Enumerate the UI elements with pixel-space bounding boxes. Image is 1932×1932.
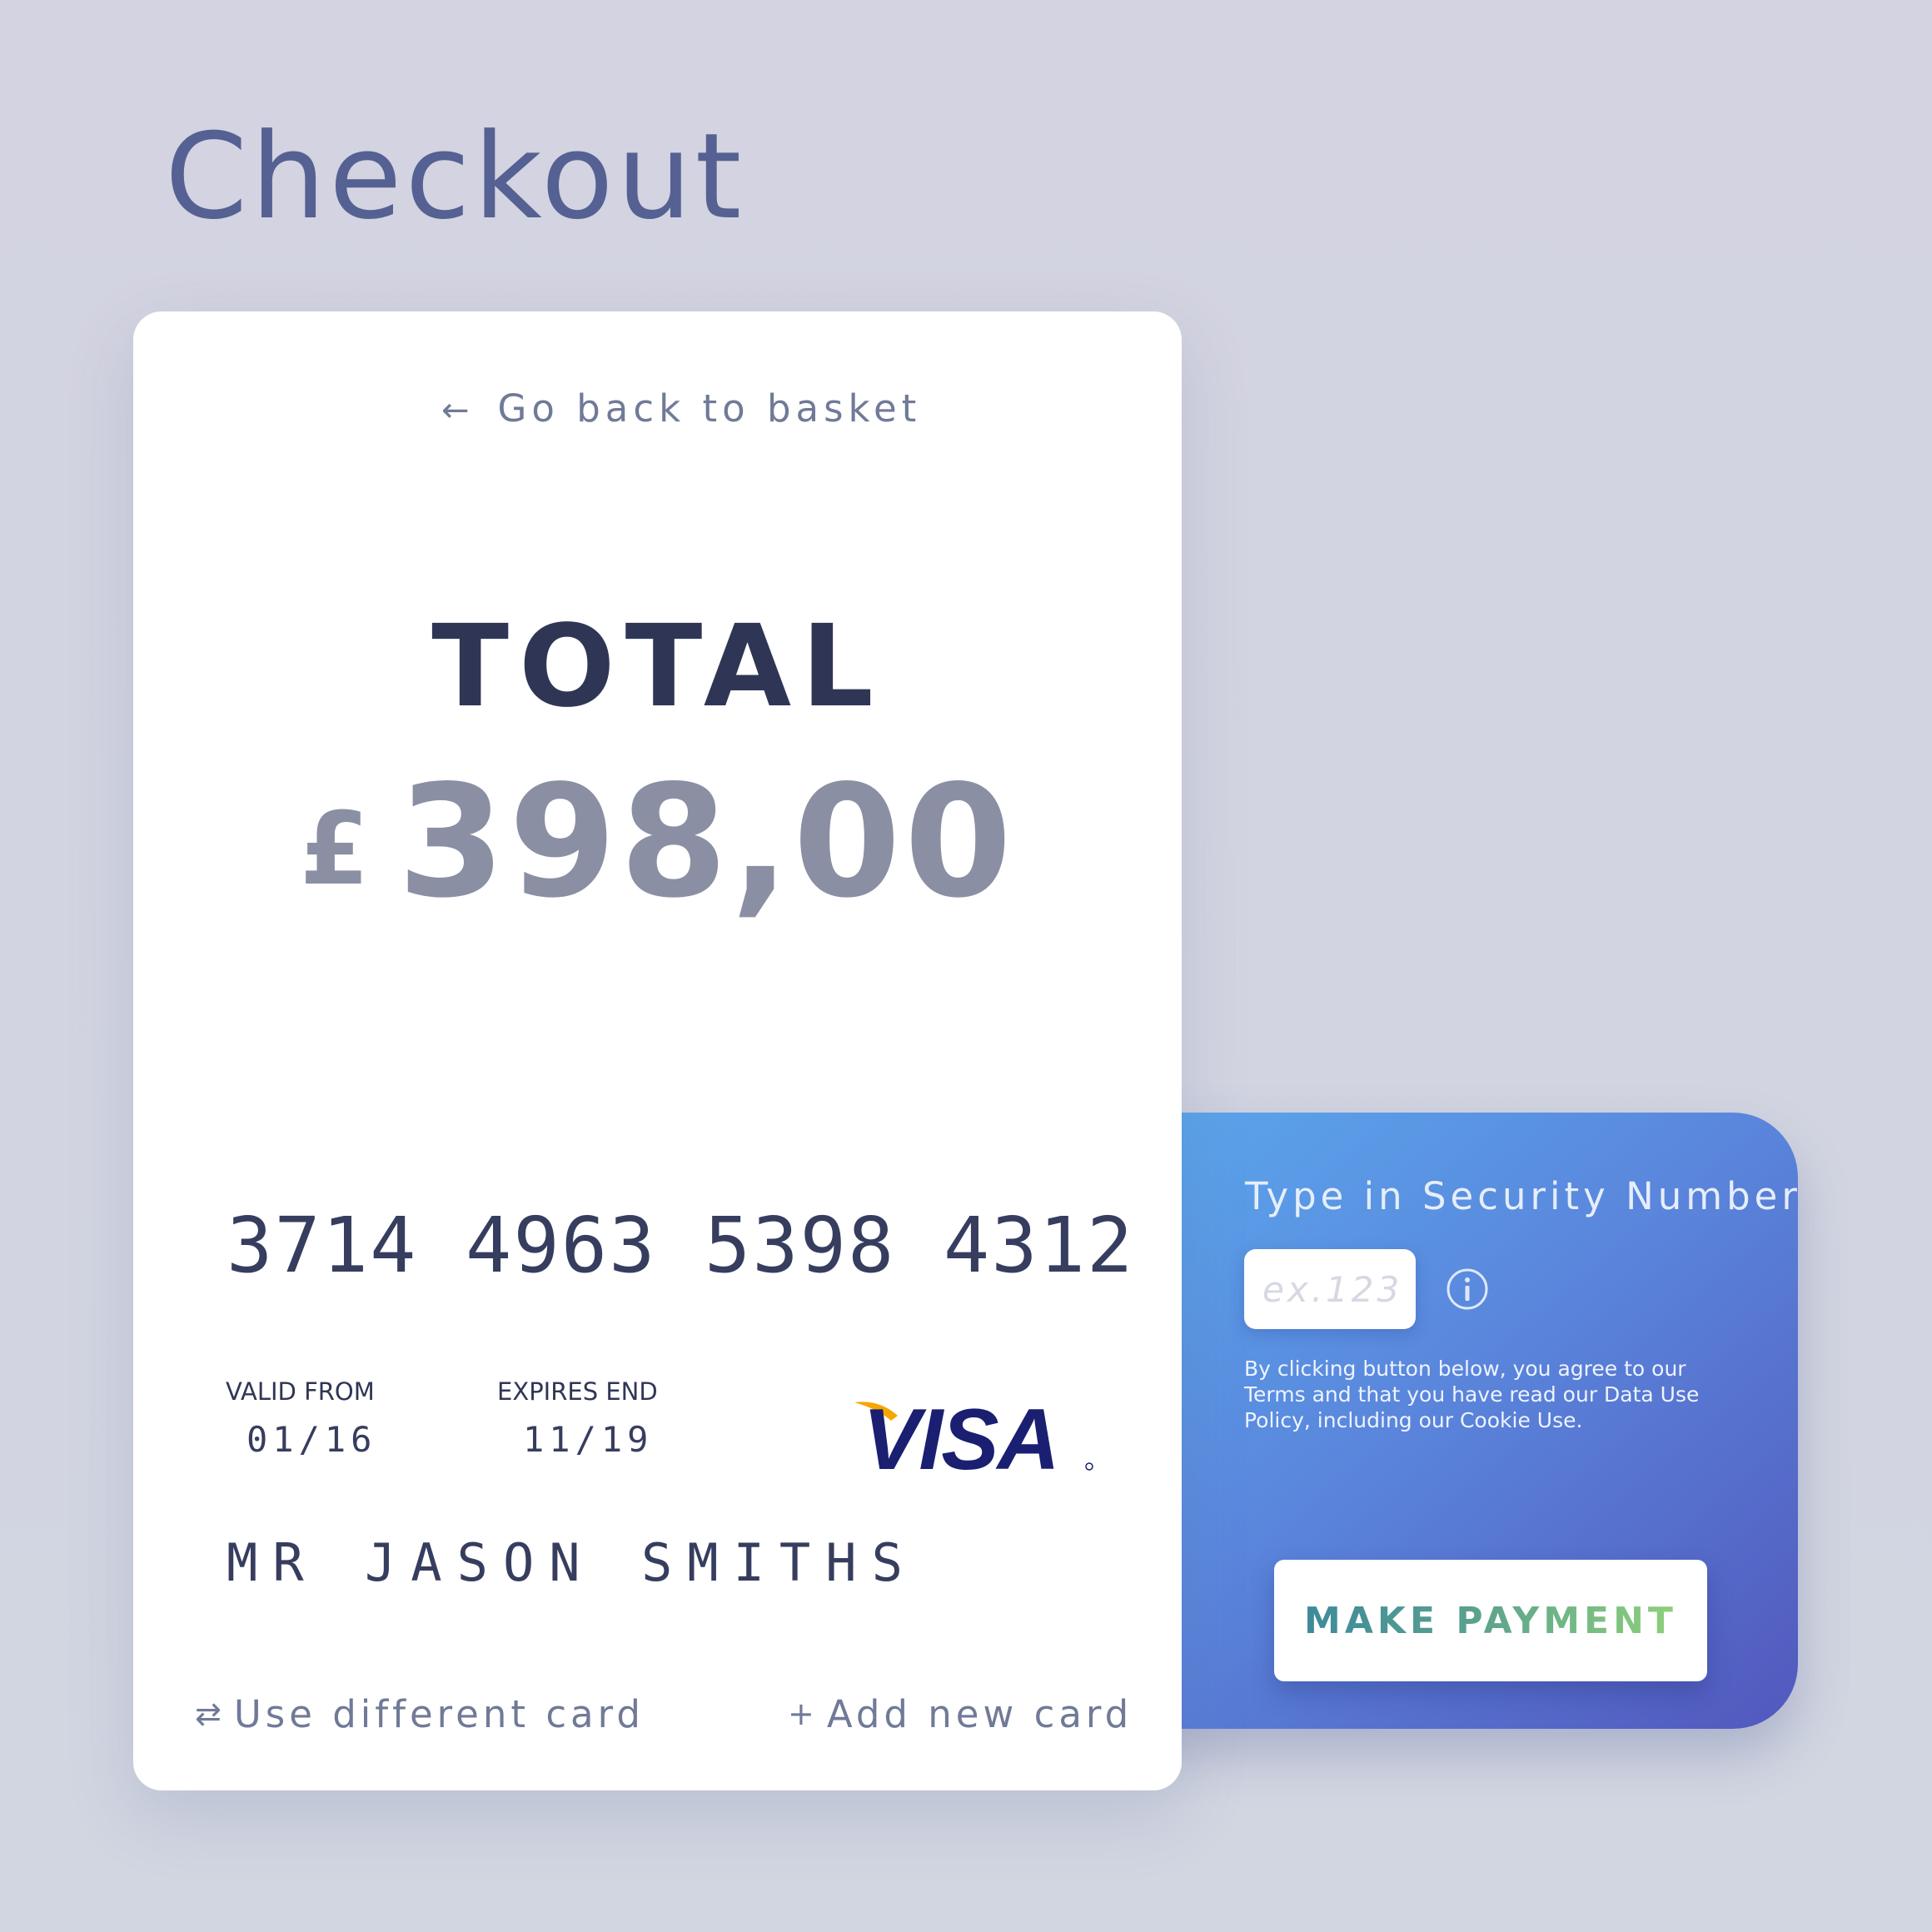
valid-from-label: VALID FROM xyxy=(226,1377,375,1406)
use-different-card-label: Use different card xyxy=(233,1692,645,1736)
add-new-card-label: Add new card xyxy=(826,1692,1133,1736)
go-back-label: Go back to basket xyxy=(497,386,922,431)
security-number-input[interactable] xyxy=(1244,1249,1416,1329)
expires-end-value: 11/19 xyxy=(523,1419,654,1460)
checkout-card: ← Go back to basket TOTAL £398,00 3714 49… xyxy=(133,311,1182,1790)
go-back-to-basket-link[interactable]: ← Go back to basket xyxy=(441,386,921,431)
visa-wordmark: VISA xyxy=(863,1392,1058,1486)
total-label: TOTAL xyxy=(431,601,884,733)
swap-arrows-icon: ⇄ xyxy=(195,1695,226,1732)
page-title: Checkout xyxy=(165,108,745,246)
currency-symbol: £ xyxy=(299,792,370,908)
make-payment-label: MAKE PAYMENT xyxy=(1304,1599,1677,1642)
cardholder-name: MR JASON SMITHS xyxy=(227,1532,918,1593)
use-different-card-link[interactable]: ⇄ Use different card xyxy=(195,1692,645,1736)
dashed-divider xyxy=(193,1114,1126,1118)
legal-text: By clicking button below, you agree to o… xyxy=(1244,1357,1700,1432)
valid-from-value: 01/16 xyxy=(246,1419,377,1460)
amount-value: 398,00 xyxy=(397,751,1016,932)
total-amount: £398,00 xyxy=(133,751,1182,932)
visa-logo: VISA xyxy=(854,1392,1093,1486)
arrow-left-icon: ← xyxy=(441,391,475,430)
info-icon[interactable] xyxy=(1446,1267,1489,1311)
security-panel: Type in Security Number By clicking butt… xyxy=(1133,1113,1798,1729)
security-number-label: Type in Security Number xyxy=(1245,1174,1801,1218)
make-payment-button[interactable]: MAKE PAYMENT xyxy=(1274,1560,1707,1681)
card-number: 3714 4963 5398 4312 xyxy=(227,1201,1135,1290)
expires-end-label: EXPIRES END xyxy=(497,1377,658,1406)
add-new-card-link[interactable]: + Add new card xyxy=(788,1692,1133,1736)
plus-icon: + xyxy=(788,1695,819,1732)
